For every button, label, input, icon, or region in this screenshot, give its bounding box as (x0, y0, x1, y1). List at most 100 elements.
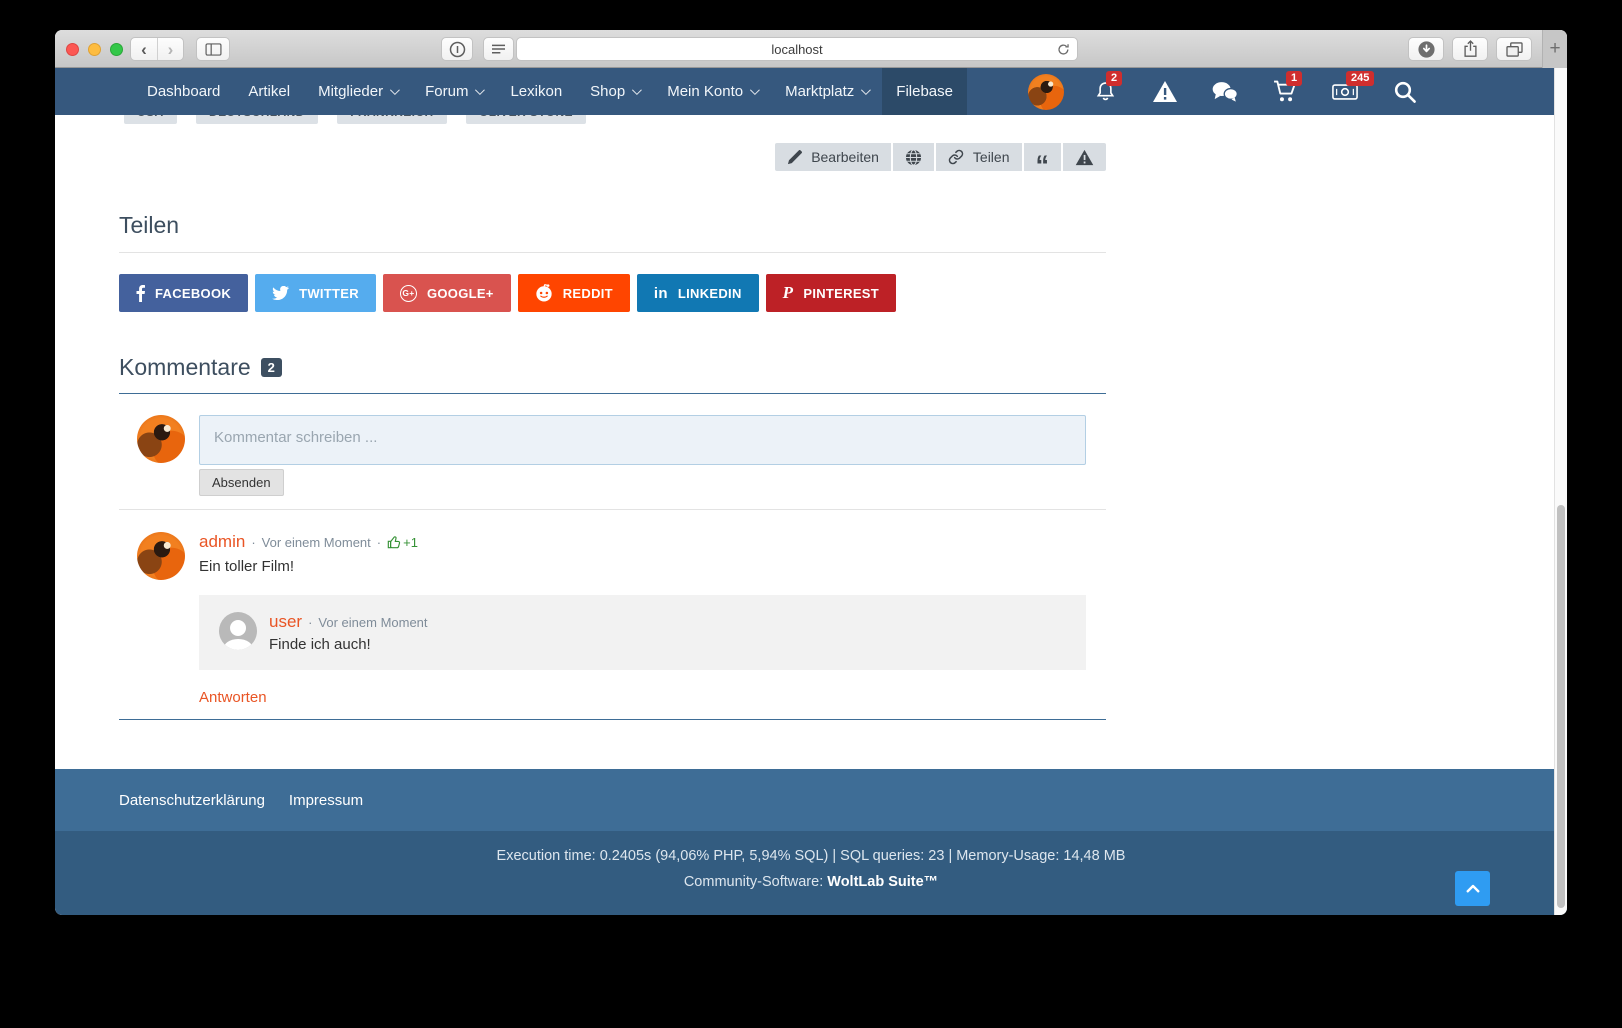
minimize-window-button[interactable] (88, 43, 101, 56)
edit-button[interactable]: Bearbeiten (775, 143, 891, 171)
extension-button[interactable] (441, 37, 473, 61)
report-button[interactable] (1063, 143, 1106, 171)
reply-timestamp: Vor einem Moment (318, 615, 427, 630)
comment-likes[interactable]: +1 (387, 535, 418, 550)
share-linkedin-button[interactable]: in LINKEDIN (637, 274, 759, 312)
reply-button[interactable]: Antworten (199, 689, 267, 706)
back-icon: ‹ (141, 41, 147, 58)
privacy-policy-link[interactable]: Datenschutzerklärung (119, 792, 265, 809)
share-reddit-button[interactable]: REDDIT (518, 274, 630, 312)
nav-item-label: Forum (425, 83, 468, 100)
reload-button[interactable] (1057, 43, 1070, 61)
notifications-button[interactable]: 2 (1092, 79, 1118, 105)
entry-actions-group: Bearbeiten Teilen “ (775, 143, 1106, 171)
warning-icon (1075, 149, 1094, 166)
credits-button[interactable]: 245 (1332, 79, 1358, 105)
user-avatar[interactable] (1028, 74, 1064, 110)
scrollbar-track[interactable] (1554, 68, 1567, 915)
pinterest-icon: P (783, 283, 794, 303)
share-facebook-button[interactable]: FACEBOOK (119, 274, 248, 312)
divider (119, 252, 1106, 253)
nav-item-label: Mein Konto (667, 83, 743, 100)
footer-copyright-bar: Execution time: 0.2405s (94,06% PHP, 5,9… (55, 831, 1567, 915)
scrollbar-thumb[interactable] (1557, 505, 1565, 908)
reply-author-link[interactable]: user (269, 612, 302, 632)
nav-item-shop[interactable]: Shop (576, 68, 653, 115)
comment-item: admin · Vor einem Moment · +1 Ein toller… (137, 532, 1086, 707)
share-icon (1463, 40, 1478, 58)
nav-item-lexikon[interactable]: Lexikon (496, 68, 576, 115)
reader-lines-icon (491, 43, 506, 56)
tab-overview-button[interactable] (1496, 37, 1532, 61)
comment-author-avatar[interactable] (137, 532, 185, 580)
plus-icon: + (1549, 38, 1560, 60)
nav-item-mitglieder[interactable]: Mitglieder (304, 68, 411, 115)
download-icon (1417, 40, 1436, 59)
nav-item-label: Mitglieder (318, 83, 383, 100)
share-twitter-button[interactable]: TWITTER (255, 274, 376, 312)
zoom-window-button[interactable] (110, 43, 123, 56)
conversations-button[interactable] (1212, 79, 1238, 105)
comment-replies: user · Vor einem Moment Finde ich auch! (199, 595, 1086, 670)
browser-window: ‹ › localhost (55, 30, 1567, 915)
comments-count-badge: 2 (261, 358, 282, 377)
comment-input[interactable] (199, 415, 1086, 465)
reader-button[interactable] (483, 37, 514, 61)
twitter-icon (272, 286, 289, 300)
nav-item-label: Dashboard (147, 83, 220, 100)
nav-item-forum[interactable]: Forum (411, 68, 496, 115)
meta-separator: · (377, 535, 381, 550)
tag-chip[interactable]: USA (124, 115, 177, 124)
share-button-label: PINTEREST (803, 286, 879, 301)
moderation-button[interactable] (1152, 79, 1178, 105)
sidebar-toggle-button[interactable] (196, 37, 230, 61)
comment-author-link[interactable]: admin (199, 532, 245, 552)
comments-section-title: Kommentare (119, 354, 251, 381)
chat-bubbles-icon (1212, 81, 1238, 103)
nav-item-mein-konto[interactable]: Mein Konto (653, 68, 771, 115)
share-page-button[interactable] (1452, 37, 1488, 61)
chevron-down-icon (632, 85, 642, 95)
scroll-to-top-button[interactable] (1455, 871, 1490, 906)
page-content: USA DEUTSCHLAND FRANKREICH OLIVER STONE … (55, 115, 1567, 769)
tag-chip[interactable]: DEUTSCHLAND (196, 115, 318, 124)
nav-item-filebase[interactable]: Filebase (882, 68, 967, 115)
nav-item-label: Artikel (248, 83, 290, 100)
url-text: localhost (771, 42, 822, 57)
tag-chip[interactable]: OLIVER STONE (466, 115, 586, 124)
cart-button[interactable]: 1 (1272, 79, 1298, 105)
back-button[interactable]: ‹ (131, 38, 157, 60)
linkedin-icon: in (654, 285, 668, 302)
close-window-button[interactable] (66, 43, 79, 56)
nav-item-artikel[interactable]: Artikel (234, 68, 304, 115)
nav-item-marktplatz[interactable]: Marktplatz (771, 68, 882, 115)
share-section-title: Teilen (119, 212, 1106, 239)
main-navbar: Dashboard Artikel Mitglieder Forum Lexik… (55, 68, 1567, 115)
credit-brand-link[interactable]: WoltLab Suite™ (827, 874, 938, 890)
share-entry-button[interactable]: Teilen (936, 143, 1022, 171)
chevron-down-icon (475, 85, 485, 95)
tag-chip[interactable]: FRANKREICH (337, 115, 446, 124)
language-button[interactable] (893, 143, 934, 171)
reply-author-avatar[interactable] (219, 612, 257, 650)
address-bar[interactable]: localhost (516, 37, 1078, 61)
globe-icon (905, 149, 922, 166)
cart-badge: 1 (1286, 71, 1302, 86)
downloads-button[interactable] (1408, 37, 1444, 61)
entry-actions-row: Bearbeiten Teilen “ (119, 143, 1106, 171)
reply-item: user · Vor einem Moment Finde ich auch! (219, 612, 1066, 653)
comment-text: Ein toller Film! (199, 558, 1086, 575)
share-pinterest-button[interactable]: f P PINTEREST (766, 274, 896, 312)
forward-button[interactable]: › (157, 38, 183, 60)
pencil-icon (787, 150, 802, 165)
share-googleplus-button[interactable]: G+ GOOGLE+ (383, 274, 511, 312)
nav-item-dashboard[interactable]: Dashboard (133, 68, 234, 115)
comment-form (137, 415, 1086, 465)
credits-badge: 245 (1346, 71, 1374, 86)
sidebar-icon (205, 43, 222, 56)
quote-button[interactable]: “ (1024, 143, 1062, 171)
new-tab-button[interactable]: + (1542, 30, 1567, 68)
imprint-link[interactable]: Impressum (289, 792, 363, 809)
submit-comment-button[interactable]: Absenden (199, 469, 284, 496)
search-button[interactable] (1392, 79, 1418, 105)
